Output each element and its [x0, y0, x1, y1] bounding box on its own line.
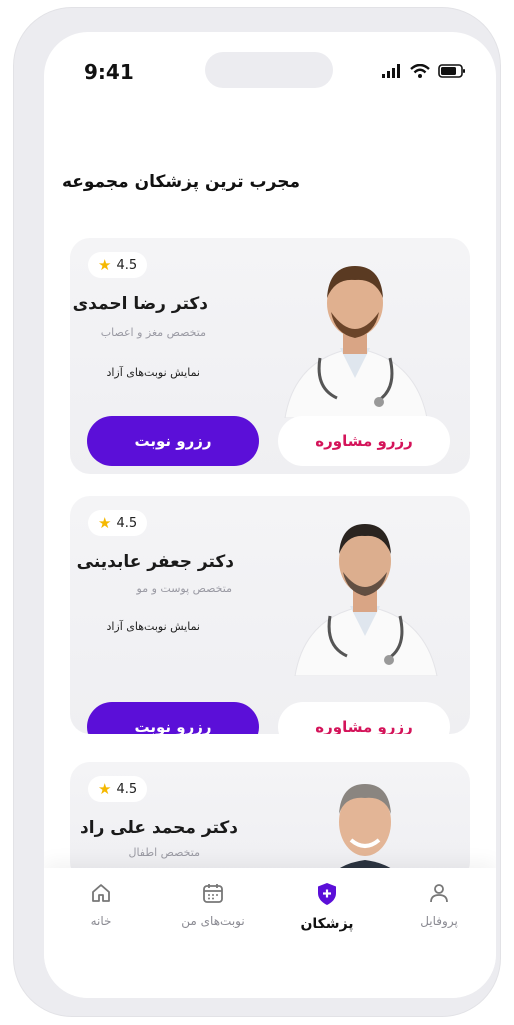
doctor-card[interactable]: ★ 4.5 دکتر محمد علی راد متخصص اطفال [70, 762, 470, 882]
nav-profile[interactable]: پروفایل [394, 882, 484, 928]
rating-badge: ★ 4.5 [88, 252, 148, 278]
doctor-card[interactable]: ★ 4.5 دکتر جعفر عابدینی متخصص پوست و مو … [70, 496, 470, 734]
nav-doctors-label: پزشکان [300, 916, 354, 932]
book-consultation-button[interactable]: رزرو مشاوره [278, 416, 450, 466]
doctor-specialty: متخصص مغز و اعصاب [100, 326, 206, 339]
star-icon: ★ [98, 256, 112, 274]
calendar-icon [203, 884, 223, 903]
section-title: مجرب ترین پزشکان مجموعه [61, 172, 300, 192]
status-icons [382, 64, 466, 78]
doctor-specialty: متخصص اطفال [128, 846, 200, 859]
nav-appointments-label: نوبت‌های من [181, 914, 245, 928]
rating-value: 4.5 [116, 257, 138, 273]
doctor-card[interactable]: ★ 4.5 دکتر رضا احمدی متخصص مغز و اعصاب ن… [70, 238, 470, 474]
rating-badge: ★ 4.5 [88, 510, 148, 536]
home-icon [92, 884, 110, 902]
rating-value: 4.5 [116, 781, 138, 797]
doctor-name: دکتر محمد علی راد [80, 818, 238, 838]
rating-value: 4.5 [116, 515, 138, 531]
nav-doctors[interactable]: پزشکان [282, 882, 372, 932]
book-appointment-button[interactable]: رزرو نوبت [87, 702, 259, 734]
doctor-photo [294, 524, 438, 676]
nav-home[interactable]: خانه [56, 882, 146, 928]
battery-icon [438, 64, 465, 78]
rating-badge: ★ 4.5 [88, 776, 148, 802]
wifi-icon [410, 64, 430, 78]
nav-home-label: خانه [90, 914, 112, 928]
free-slots-link[interactable]: نمایش نوبت‌های آزاد [106, 366, 200, 379]
nav-appointments[interactable]: نوبت‌های من [168, 882, 258, 928]
app-screen: 9:41 مجرب ترین پزشکان مجموعه ★ 4.5 دکتر … [44, 32, 496, 998]
shield-plus-icon [318, 883, 336, 905]
dynamic-island [205, 52, 333, 88]
book-consultation-button[interactable]: رزرو مشاوره [278, 702, 450, 734]
phone-frame: 9:41 مجرب ترین پزشکان مجموعه ★ 4.5 دکتر … [14, 8, 500, 1016]
doctor-photo [326, 784, 406, 882]
doctor-photo [284, 266, 428, 418]
status-time: 9:41 [84, 60, 134, 84]
star-icon: ★ [98, 780, 112, 798]
bottom-navigation: خانه نوبت‌های من پزشک [44, 868, 496, 998]
doctor-specialty: متخصص پوست و مو [136, 582, 232, 595]
star-icon: ★ [98, 514, 112, 532]
nav-profile-label: پروفایل [420, 914, 458, 928]
doctor-name: دکتر جعفر عابدینی [76, 552, 234, 572]
doctor-name: دکتر رضا احمدی [72, 294, 208, 314]
signal-icon [382, 64, 400, 78]
free-slots-link[interactable]: نمایش نوبت‌های آزاد [106, 620, 200, 633]
user-icon [430, 884, 448, 903]
book-appointment-button[interactable]: رزرو نوبت [87, 416, 259, 466]
